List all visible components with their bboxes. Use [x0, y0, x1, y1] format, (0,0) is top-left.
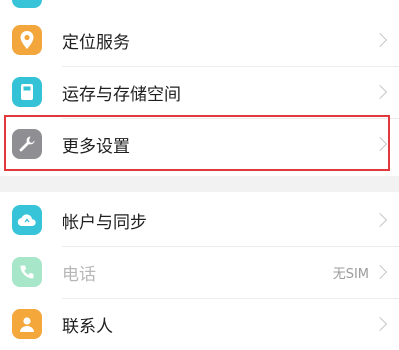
settings-item-location[interactable]: 定位服务 [0, 14, 399, 66]
chevron-right-icon [372, 316, 388, 332]
settings-item-contacts[interactable]: 联系人 [0, 298, 399, 350]
settings-item-label: 电话 [62, 264, 96, 285]
settings-item-phone[interactable]: 电话 无SIM [0, 246, 399, 298]
chevron-right-icon [372, 264, 388, 280]
cloud-sync-icon [12, 205, 42, 235]
settings-item-storage[interactable]: 运存与存储空间 [0, 66, 399, 118]
partial-top-icon [12, 0, 42, 8]
section-gap [0, 176, 399, 192]
settings-item-label: 联系人 [62, 316, 113, 337]
chevron-right-icon [372, 32, 388, 48]
storage-icon [12, 77, 42, 107]
settings-item-label: 运存与存储空间 [62, 84, 181, 105]
settings-item-label: 帐户与同步 [62, 212, 147, 233]
location-pin-icon [12, 25, 42, 55]
settings-item-accounts-sync[interactable]: 帐户与同步 [0, 194, 399, 246]
chevron-right-icon [372, 212, 388, 228]
settings-item-label: 定位服务 [62, 32, 130, 53]
settings-item-value: 无SIM [332, 266, 369, 282]
chevron-right-icon [372, 84, 388, 100]
contact-icon [12, 309, 42, 339]
highlight-box [4, 115, 390, 171]
phone-icon [12, 257, 42, 287]
